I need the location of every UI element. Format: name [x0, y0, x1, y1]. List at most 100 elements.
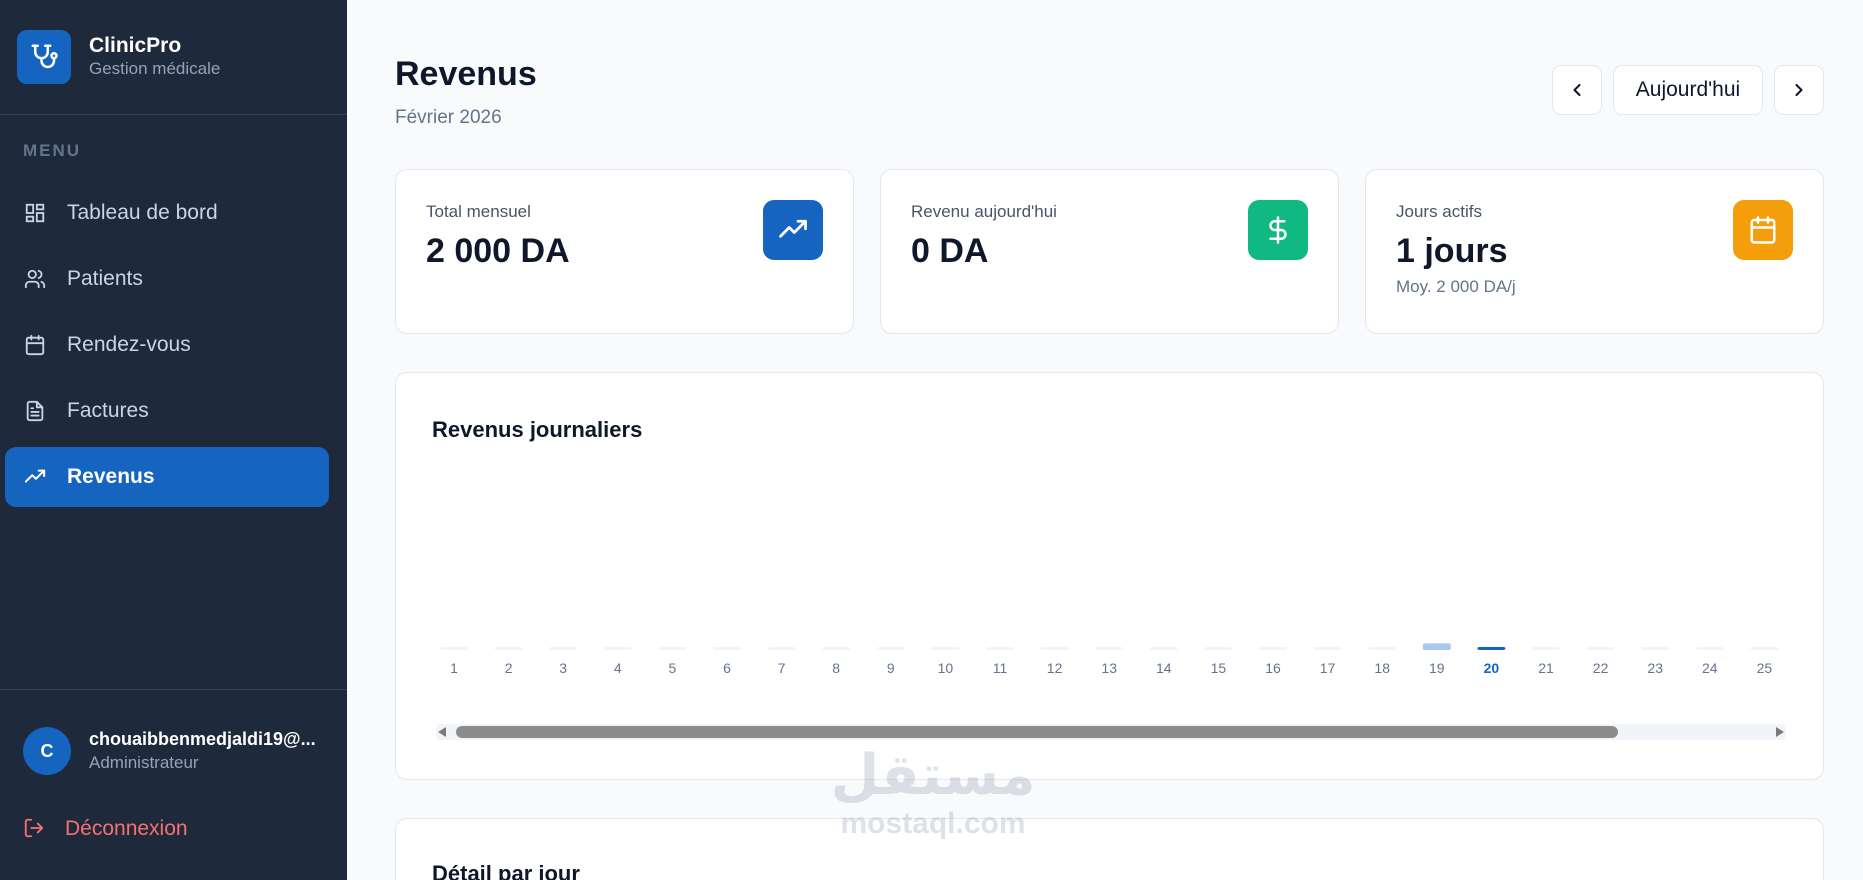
chart-scrollbar[interactable] — [436, 724, 1786, 740]
sidebar-item-label: Revenus — [67, 465, 155, 488]
bar-day-2[interactable] — [494, 647, 523, 650]
tick-label-day-23: 23 — [1647, 660, 1663, 676]
bar-day-1[interactable] — [440, 647, 468, 650]
menu-label: MENU — [23, 141, 82, 160]
next-month-button[interactable] — [1774, 65, 1824, 115]
tick-label-day-13: 13 — [1101, 660, 1117, 676]
daily-detail-panel: Détail par jour — [395, 818, 1824, 880]
bar-day-18[interactable] — [1368, 647, 1397, 650]
scroll-left-arrow-icon[interactable] — [438, 727, 446, 737]
sidebar: ClinicPro Gestion médicale MENU Tableau … — [0, 0, 347, 880]
file-text-icon — [23, 399, 47, 423]
bar-day-13[interactable] — [1095, 647, 1124, 650]
tick-label-day-5: 5 — [669, 660, 677, 676]
chevron-left-icon — [1573, 83, 1581, 97]
bar-day-24[interactable] — [1695, 647, 1724, 650]
bar-day-12[interactable] — [1040, 647, 1069, 650]
bar-day-11[interactable] — [986, 647, 1014, 650]
scrollbar-thumb[interactable] — [456, 726, 1618, 738]
bar-day-20[interactable] — [1477, 647, 1506, 650]
sidebar-item-label: Patients — [67, 267, 143, 290]
users-icon — [23, 267, 47, 291]
app-tagline: Gestion médicale — [89, 59, 221, 78]
stat-card-active-days: Jours actifs 1 jours Moy. 2 000 DA/j — [1365, 169, 1824, 334]
tick-label-day-12: 12 — [1047, 660, 1063, 676]
user-role: Administrateur — [89, 753, 199, 772]
bar-day-25[interactable] — [1750, 647, 1779, 650]
stat-card-monthly-total: Total mensuel 2 000 DA — [395, 169, 854, 334]
bar-day-17[interactable] — [1313, 647, 1342, 650]
bar-day-8[interactable] — [822, 647, 851, 650]
bar-day-7[interactable] — [767, 647, 796, 650]
bar-day-16[interactable] — [1259, 647, 1287, 650]
user-profile[interactable]: C chouaibbenmedjaldi19@... Administrateu… — [23, 727, 319, 775]
bar-day-14[interactable] — [1149, 647, 1178, 650]
bar-day-23[interactable] — [1641, 647, 1670, 650]
sidebar-item-dashboard[interactable]: Tableau de bord — [5, 183, 329, 243]
tick-label-day-9: 9 — [887, 660, 895, 676]
calendar-icon — [1733, 200, 1793, 260]
tick-label-day-7: 7 — [778, 660, 786, 676]
previous-month-button[interactable] — [1552, 65, 1602, 115]
sidebar-item-label: Rendez-vous — [67, 333, 191, 356]
stat-card-today-revenue: Revenu aujourd'hui 0 DA — [880, 169, 1339, 334]
stethoscope-icon — [17, 30, 71, 84]
tick-label-day-1: 1 — [450, 660, 458, 676]
tick-label-day-2: 2 — [505, 660, 513, 676]
tick-label-day-14: 14 — [1156, 660, 1172, 676]
tick-label-day-17: 17 — [1320, 660, 1336, 676]
sidebar-item-patients[interactable]: Patients — [5, 249, 329, 309]
sidebar-item-appointments[interactable]: Rendez-vous — [5, 315, 329, 375]
tick-label-day-20: 20 — [1484, 660, 1500, 676]
logout-icon — [23, 817, 47, 841]
sidebar-item-label: Factures — [67, 399, 149, 422]
sidebar-item-label: Tableau de bord — [67, 201, 218, 224]
page-title: Revenus — [395, 55, 537, 93]
bar-day-3[interactable] — [549, 647, 578, 650]
tick-label-day-15: 15 — [1211, 660, 1227, 676]
detail-title: Détail par jour — [432, 861, 580, 880]
dashboard-icon — [23, 201, 47, 225]
page-period: Février 2026 — [395, 107, 502, 128]
bar-day-10[interactable] — [931, 647, 960, 650]
tick-label-day-24: 24 — [1702, 660, 1718, 676]
tick-label-day-25: 25 — [1757, 660, 1773, 676]
tick-label-day-19: 19 — [1429, 660, 1445, 676]
bar-day-22[interactable] — [1586, 647, 1615, 650]
today-button[interactable]: Aujourd'hui — [1613, 65, 1763, 115]
sidebar-item-invoices[interactable]: Factures — [5, 381, 329, 441]
dollar-icon — [1248, 200, 1308, 260]
main-content: Revenus Février 2026 Aujourd'hui Total m… — [347, 0, 1863, 880]
tick-label-day-21: 21 — [1538, 660, 1554, 676]
tick-label-day-18: 18 — [1374, 660, 1390, 676]
bar-day-19[interactable] — [1422, 643, 1451, 650]
bar-day-6[interactable] — [713, 647, 741, 650]
tick-label-day-16: 16 — [1265, 660, 1281, 676]
app-name: ClinicPro — [89, 34, 182, 57]
daily-revenue-panel: Revenus journaliers 1 2 3 4 5 6 7 8 9 10 11 12 13 14 1… — [395, 372, 1824, 780]
user-email: chouaibbenmedjaldi19@... — [89, 729, 316, 749]
bar-day-5[interactable] — [658, 647, 687, 650]
scroll-right-arrow-icon[interactable] — [1776, 727, 1784, 737]
logout-button[interactable]: Déconnexion — [23, 817, 188, 841]
bar-day-9[interactable] — [876, 647, 905, 650]
chevron-right-icon — [1795, 83, 1803, 97]
bar-day-21[interactable] — [1532, 647, 1560, 650]
trending-up-icon — [763, 200, 823, 260]
date-navigation: Aujourd'hui — [1552, 65, 1824, 115]
tick-label-day-22: 22 — [1593, 660, 1609, 676]
daily-revenue-chart: 1 2 3 4 5 6 7 8 9 10 11 12 13 14 15 16 17 18 19 20 21 22 23 24 2… — [440, 643, 1779, 676]
sidebar-item-revenue[interactable]: Revenus — [5, 447, 329, 507]
stat-note: Moy. 2 000 DA/j — [1396, 277, 1516, 296]
bar-day-4[interactable] — [603, 647, 632, 650]
sidebar-footer: C chouaibbenmedjaldi19@... Administrateu… — [0, 689, 347, 880]
trending-up-icon — [23, 465, 47, 489]
brand: ClinicPro Gestion médicale — [0, 0, 347, 115]
bar-day-15[interactable] — [1204, 647, 1233, 650]
tick-label-day-8: 8 — [832, 660, 840, 676]
sidebar-nav: Tableau de bord Patients Rendez-vous Fac… — [5, 183, 329, 513]
tick-label-day-10: 10 — [938, 660, 954, 676]
calendar-icon — [23, 333, 47, 357]
tick-label-day-3: 3 — [559, 660, 567, 676]
tick-label-day-11: 11 — [993, 660, 1008, 676]
